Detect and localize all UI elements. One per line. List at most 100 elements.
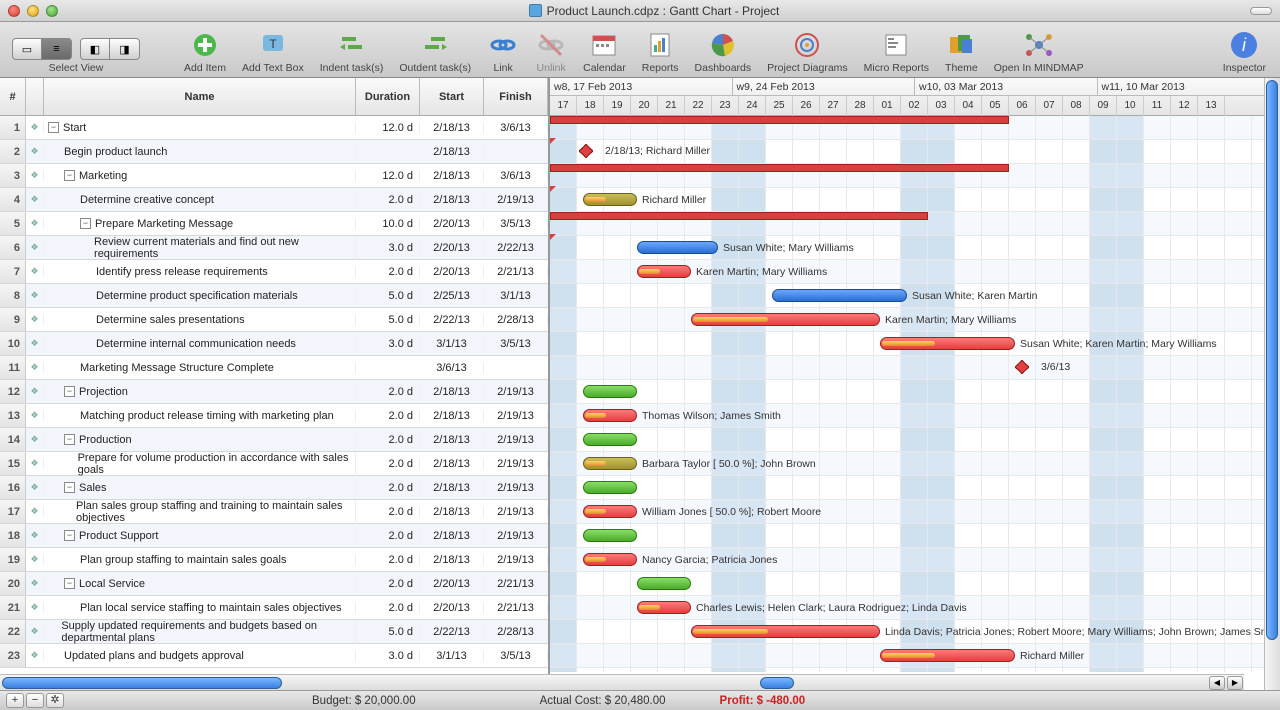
finish-cell[interactable]: 2/19/13 bbox=[484, 458, 548, 470]
indent-button[interactable]: Indent task(s) bbox=[312, 22, 392, 77]
minimize-window-button[interactable] bbox=[27, 5, 39, 17]
gantt-bar[interactable]: Nancy Garcia; Patricia Jones bbox=[583, 553, 637, 566]
duration-cell[interactable]: 12.0 d bbox=[356, 122, 420, 134]
gantt-bar[interactable]: Charles Lewis; Helen Clark; Laura Rodrig… bbox=[637, 601, 691, 614]
expand-toggle[interactable]: − bbox=[64, 434, 75, 445]
add-item-button[interactable]: Add Item bbox=[176, 22, 234, 77]
gantt-bar[interactable] bbox=[637, 577, 691, 590]
duration-cell[interactable]: 2.0 d bbox=[356, 386, 420, 398]
gantt-bar[interactable] bbox=[550, 116, 1009, 124]
task-name-cell[interactable]: Review current materials and find out ne… bbox=[44, 236, 356, 260]
table-row[interactable]: 3❖−Marketing12.0 d2/18/133/6/13 bbox=[0, 164, 548, 188]
gantt-bar[interactable]: Linda Davis; Patricia Jones; Robert Moor… bbox=[691, 625, 880, 638]
duration-cell[interactable]: 2.0 d bbox=[356, 434, 420, 446]
gantt-bar[interactable] bbox=[550, 212, 928, 220]
expand-toggle[interactable]: − bbox=[64, 386, 75, 397]
gantt-bar[interactable]: Barbara Taylor [ 50.0 %]; John Brown bbox=[583, 457, 637, 470]
start-cell[interactable]: 2/18/13 bbox=[420, 194, 484, 206]
link-button[interactable]: Link bbox=[479, 22, 527, 77]
task-name-cell[interactable]: −Production bbox=[44, 434, 356, 446]
finish-cell[interactable]: 2/21/13 bbox=[484, 578, 548, 590]
start-cell[interactable]: 2/18/13 bbox=[420, 146, 484, 158]
task-name-cell[interactable]: −Prepare Marketing Message bbox=[44, 218, 356, 230]
view-mode-list[interactable]: ▭ bbox=[12, 38, 42, 60]
gantt-bar[interactable]: Thomas Wilson; James Smith bbox=[583, 409, 637, 422]
expand-toggle[interactable]: − bbox=[64, 482, 75, 493]
start-cell[interactable]: 2/18/13 bbox=[420, 386, 484, 398]
finish-cell[interactable]: 2/19/13 bbox=[484, 506, 548, 518]
expand-toggle[interactable]: − bbox=[80, 218, 91, 229]
task-name-cell[interactable]: −Marketing bbox=[44, 170, 356, 182]
task-name-cell[interactable]: −Product Support bbox=[44, 530, 356, 542]
finish-cell[interactable]: 2/21/13 bbox=[484, 602, 548, 614]
scroll-right-icon[interactable]: ▶ bbox=[1227, 676, 1243, 690]
dashboards-button[interactable]: Dashboards bbox=[687, 22, 760, 77]
start-cell[interactable]: 2/18/13 bbox=[420, 530, 484, 542]
col-duration[interactable]: Duration bbox=[356, 78, 420, 115]
unlink-button[interactable]: Unlink bbox=[527, 22, 575, 77]
task-name-cell[interactable]: Determine internal communication needs bbox=[44, 338, 356, 350]
outdent-button[interactable]: Outdent task(s) bbox=[391, 22, 479, 77]
gantt-bar[interactable]: Susan White; Mary Williams bbox=[637, 241, 718, 254]
task-name-cell[interactable]: Supply updated requirements and budgets … bbox=[44, 620, 356, 644]
add-text-box-button[interactable]: T Add Text Box bbox=[234, 22, 312, 77]
finish-cell[interactable]: 3/5/13 bbox=[484, 338, 548, 350]
col-info[interactable] bbox=[26, 78, 44, 115]
table-row[interactable]: 11❖Marketing Message Structure Complete3… bbox=[0, 356, 548, 380]
table-row[interactable]: 18❖−Product Support2.0 d2/18/132/19/13 bbox=[0, 524, 548, 548]
finish-cell[interactable]: 2/19/13 bbox=[484, 554, 548, 566]
finish-cell[interactable]: 2/28/13 bbox=[484, 626, 548, 638]
finish-cell[interactable]: 2/21/13 bbox=[484, 266, 548, 278]
task-name-cell[interactable]: −Projection bbox=[44, 386, 356, 398]
start-cell[interactable]: 2/20/13 bbox=[420, 578, 484, 590]
add-row-button[interactable]: + bbox=[6, 693, 24, 708]
start-cell[interactable]: 2/18/13 bbox=[420, 170, 484, 182]
finish-cell[interactable]: 3/6/13 bbox=[484, 170, 548, 182]
task-name-cell[interactable]: −Start bbox=[44, 122, 356, 134]
table-row[interactable]: 13❖Matching product release timing with … bbox=[0, 404, 548, 428]
table-row[interactable]: 8❖Determine product specification materi… bbox=[0, 284, 548, 308]
start-cell[interactable]: 3/1/13 bbox=[420, 650, 484, 662]
duration-cell[interactable]: 2.0 d bbox=[356, 458, 420, 470]
duration-cell[interactable]: 2.0 d bbox=[356, 194, 420, 206]
table-row[interactable]: 14❖−Production2.0 d2/18/132/19/13 bbox=[0, 428, 548, 452]
gantt-bar[interactable] bbox=[583, 385, 637, 398]
duration-cell[interactable]: 2.0 d bbox=[356, 530, 420, 542]
start-cell[interactable]: 2/18/13 bbox=[420, 458, 484, 470]
duration-cell[interactable]: 2.0 d bbox=[356, 578, 420, 590]
zoom-window-button[interactable] bbox=[46, 5, 58, 17]
finish-cell[interactable]: 2/19/13 bbox=[484, 482, 548, 494]
finish-cell[interactable]: 3/5/13 bbox=[484, 218, 548, 230]
gantt-bar[interactable]: Susan White; Karen Martin bbox=[772, 289, 907, 302]
open-mindmap-button[interactable]: Open In MINDMAP bbox=[986, 22, 1092, 77]
view-detail-2[interactable]: ◨ bbox=[110, 38, 140, 60]
vertical-scrollbar[interactable] bbox=[1264, 78, 1280, 690]
col-start[interactable]: Start bbox=[420, 78, 484, 115]
start-cell[interactable]: 3/6/13 bbox=[420, 362, 484, 374]
start-cell[interactable]: 2/25/13 bbox=[420, 290, 484, 302]
task-name-cell[interactable]: Plan sales group staffing and training t… bbox=[44, 500, 356, 524]
start-cell[interactable]: 2/18/13 bbox=[420, 482, 484, 494]
view-mode-gantt[interactable]: ≡ bbox=[42, 38, 72, 60]
table-row[interactable]: 5❖−Prepare Marketing Message10.0 d2/20/1… bbox=[0, 212, 548, 236]
right-hscrollbar[interactable]: ◀ ▶ bbox=[550, 674, 1244, 690]
finish-cell[interactable]: 2/19/13 bbox=[484, 434, 548, 446]
finish-cell[interactable]: 3/6/13 bbox=[484, 122, 548, 134]
duration-cell[interactable]: 2.0 d bbox=[356, 482, 420, 494]
duration-cell[interactable]: 2.0 d bbox=[356, 506, 420, 518]
finish-cell[interactable]: 2/22/13 bbox=[484, 242, 548, 254]
gantt-bar[interactable]: Karen Martin; Mary Williams bbox=[637, 265, 691, 278]
task-name-cell[interactable]: Matching product release timing with mar… bbox=[44, 410, 356, 422]
theme-button[interactable]: Theme bbox=[937, 22, 986, 77]
table-row[interactable]: 22❖Supply updated requirements and budge… bbox=[0, 620, 548, 644]
duration-cell[interactable]: 10.0 d bbox=[356, 218, 420, 230]
table-row[interactable]: 15❖Prepare for volume production in acco… bbox=[0, 452, 548, 476]
duration-cell[interactable]: 2.0 d bbox=[356, 266, 420, 278]
table-row[interactable]: 4❖Determine creative concept2.0 d2/18/13… bbox=[0, 188, 548, 212]
task-name-cell[interactable]: Prepare for volume production in accorda… bbox=[44, 452, 356, 476]
duration-cell[interactable]: 3.0 d bbox=[356, 650, 420, 662]
start-cell[interactable]: 2/18/13 bbox=[420, 434, 484, 446]
start-cell[interactable]: 3/1/13 bbox=[420, 338, 484, 350]
table-row[interactable]: 6❖Review current materials and find out … bbox=[0, 236, 548, 260]
table-row[interactable]: 10❖Determine internal communication need… bbox=[0, 332, 548, 356]
